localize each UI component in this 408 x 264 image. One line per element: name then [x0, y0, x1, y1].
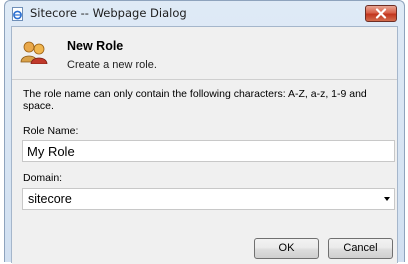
window-title: Sitecore -- Webpage Dialog	[30, 6, 187, 20]
ie-page-icon	[11, 6, 25, 21]
ok-button[interactable]: OK	[254, 238, 319, 259]
domain-selected-value: sitecore	[28, 192, 72, 206]
dialog-body: The role name can only contain the follo…	[12, 80, 397, 264]
dialog-window: Sitecore -- Webpage Dialog New Role Crea…	[4, 0, 405, 264]
dialog-title: New Role	[67, 39, 124, 53]
close-button[interactable]	[365, 5, 397, 22]
dialog-content: New Role Create a new role. The role nam…	[11, 26, 398, 264]
role-users-icon	[20, 40, 48, 65]
dialog-header: New Role Create a new role.	[12, 27, 397, 80]
role-name-label: Role Name:	[23, 125, 79, 137]
title-bar[interactable]: Sitecore -- Webpage Dialog	[5, 1, 404, 25]
domain-label: Domain:	[23, 172, 63, 184]
chevron-down-icon	[384, 197, 390, 201]
cancel-button[interactable]: Cancel	[328, 238, 393, 259]
dialog-subtitle: Create a new role.	[67, 59, 157, 71]
role-name-help-text: The role name can only contain the follo…	[23, 88, 367, 112]
domain-select[interactable]: sitecore	[22, 188, 395, 210]
role-name-input[interactable]: My Role	[22, 140, 395, 162]
